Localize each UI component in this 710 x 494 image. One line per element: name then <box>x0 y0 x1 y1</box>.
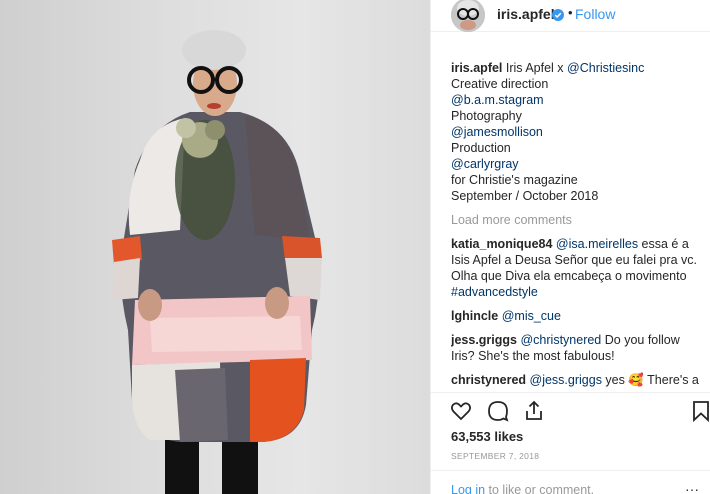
caption-text: Production <box>451 141 511 155</box>
bookmark-icon[interactable] <box>689 399 710 423</box>
follow-button[interactable]: Follow <box>575 6 615 22</box>
avatar[interactable] <box>451 0 485 32</box>
comment-item: katia_monique84 @isa.meirelles essa é a … <box>451 236 703 300</box>
login-prompt-text: to like or comment. <box>485 483 595 494</box>
caption-text: for Christie's magazine <box>451 173 578 187</box>
caption: iris.apfel Iris Apfel x @Christiesinc Cr… <box>451 60 703 204</box>
hashtag-link[interactable]: #advancedstyle <box>451 285 538 299</box>
comment-username[interactable]: katia_monique84 <box>451 237 552 251</box>
comment-item: jess.griggs @christynered Do you follow … <box>451 332 703 364</box>
share-icon[interactable] <box>522 399 546 423</box>
separator-dot: • <box>568 5 573 20</box>
mention-link[interactable]: @isa.meirelles <box>556 237 638 251</box>
mention-link[interactable]: @Christiesinc <box>567 61 644 75</box>
mention-link[interactable]: @jamesmollison <box>451 124 703 140</box>
heart-icon[interactable] <box>449 399 473 423</box>
comment-item: christynered @jess.griggs yes 🥰 There's … <box>451 372 703 390</box>
login-prompt: Log in to like or comment. <box>451 483 594 494</box>
post-header: iris.apfel • Follow <box>431 0 710 32</box>
verified-badge-icon <box>552 8 564 21</box>
login-link[interactable]: Log in <box>451 483 485 494</box>
caption-username[interactable]: iris.apfel <box>451 61 502 75</box>
comment-item: lghincle @mis_cue <box>451 308 703 324</box>
post-date: SEPTEMBER 7, 2018 <box>451 451 540 461</box>
mention-link[interactable]: @jess.griggs <box>530 373 602 387</box>
mention-link[interactable]: @b.a.m.stagram <box>451 92 703 108</box>
more-icon[interactable]: ··· <box>685 481 699 494</box>
comment-username[interactable]: jess.griggs <box>451 333 517 347</box>
caption-text: Iris Apfel x <box>502 61 568 75</box>
mention-link[interactable]: @mis_cue <box>502 309 561 323</box>
post-detail-panel: iris.apfel • Follow iris.apfel Iris Apfe… <box>430 0 710 494</box>
post-image <box>112 30 322 494</box>
caption-text: September / October 2018 <box>451 189 599 203</box>
caption-text: Creative direction <box>451 77 549 91</box>
comment-username[interactable]: lghincle <box>451 309 498 323</box>
caption-text: Photography <box>451 109 522 123</box>
post-photo[interactable] <box>0 0 430 494</box>
comment-icon[interactable] <box>486 399 510 423</box>
load-more-comments-button[interactable]: Load more comments <box>451 212 703 228</box>
login-bar: Log in to like or comment. ··· <box>431 470 710 494</box>
mention-link[interactable]: @carlyrgray <box>451 156 703 172</box>
username-link[interactable]: iris.apfel <box>497 6 555 22</box>
comments-list[interactable]: iris.apfel Iris Apfel x @Christiesinc Cr… <box>451 60 703 390</box>
likes-count[interactable]: 63,553 likes <box>451 429 523 444</box>
comment-username[interactable]: christynered <box>451 373 526 387</box>
action-bar <box>431 392 710 426</box>
mention-link[interactable]: @christynered <box>520 333 601 347</box>
